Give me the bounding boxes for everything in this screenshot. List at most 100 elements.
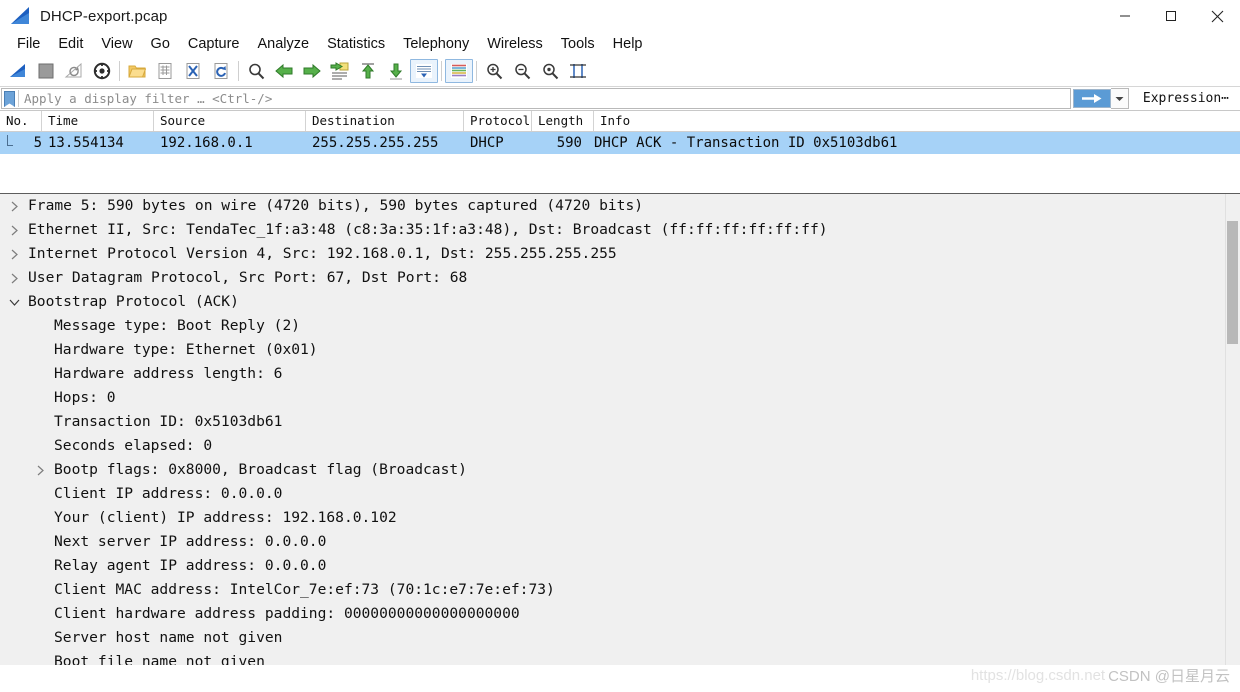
auto-scroll-icon[interactable] bbox=[410, 59, 438, 83]
watermark: https://blog.csdn.net CSDN @日星月云 bbox=[971, 665, 1230, 686]
detail-row-your-client-ip-address[interactable]: Your (client) IP address: 192.168.0.102 bbox=[0, 506, 1240, 530]
detail-row-frame[interactable]: Frame 5: 590 bytes on wire (4720 bits), … bbox=[0, 194, 1240, 218]
cell-length: 590 bbox=[556, 135, 582, 151]
detail-row-seconds-elapsed[interactable]: Seconds elapsed: 0 bbox=[0, 434, 1240, 458]
bookmark-icon[interactable] bbox=[3, 90, 16, 107]
detail-text: User Datagram Protocol, Src Port: 67, Ds… bbox=[28, 269, 468, 286]
display-filter-box[interactable]: Apply a display filter … <Ctrl-/> bbox=[1, 88, 1071, 109]
menu-edit[interactable]: Edit bbox=[49, 35, 92, 53]
detail-row-boot-file-name[interactable]: Boot file name not given bbox=[0, 650, 1240, 665]
zoom-reset-icon[interactable] bbox=[536, 58, 564, 84]
start-capture-icon[interactable] bbox=[4, 58, 32, 84]
wireshark-window: DHCP-export.pcap File Edit View Go Captu… bbox=[0, 0, 1240, 692]
detail-row-hardware-address-length[interactable]: Hardware address length: 6 bbox=[0, 362, 1240, 386]
maximize-button[interactable] bbox=[1148, 0, 1194, 32]
column-header-protocol[interactable]: Protocol bbox=[464, 111, 532, 131]
zoom-out-icon[interactable] bbox=[508, 58, 536, 84]
window-title: DHCP-export.pcap bbox=[40, 7, 168, 25]
detail-text: Client IP address: 0.0.0.0 bbox=[54, 485, 283, 502]
reload-file-icon[interactable] bbox=[207, 58, 235, 84]
detail-text: Bootstrap Protocol (ACK) bbox=[28, 293, 239, 310]
zoom-in-icon[interactable] bbox=[480, 58, 508, 84]
detail-row-hardware-type[interactable]: Hardware type: Ethernet (0x01) bbox=[0, 338, 1240, 362]
detail-text: Transaction ID: 0x5103db61 bbox=[54, 413, 283, 430]
stop-capture-icon[interactable] bbox=[32, 58, 60, 84]
detail-row-client-hardware-address-padding[interactable]: Client hardware address padding: 0000000… bbox=[0, 602, 1240, 626]
restart-capture-icon[interactable] bbox=[60, 58, 88, 84]
close-file-icon[interactable] bbox=[179, 58, 207, 84]
column-header-destination[interactable]: Destination bbox=[306, 111, 464, 131]
find-packet-icon[interactable] bbox=[242, 58, 270, 84]
filter-history-dropdown[interactable] bbox=[1110, 88, 1129, 109]
go-to-packet-icon[interactable] bbox=[326, 58, 354, 84]
detail-row-ipv4[interactable]: Internet Protocol Version 4, Src: 192.16… bbox=[0, 242, 1240, 266]
menu-wireless[interactable]: Wireless bbox=[478, 35, 552, 53]
detail-text: Hops: 0 bbox=[54, 389, 116, 406]
column-header-source[interactable]: Source bbox=[154, 111, 306, 131]
resize-columns-icon[interactable] bbox=[564, 58, 592, 84]
chevron-right-icon[interactable] bbox=[26, 465, 54, 476]
column-header-length[interactable]: Length bbox=[532, 111, 594, 131]
go-last-packet-icon[interactable] bbox=[382, 58, 410, 84]
detail-row-bootp-flags[interactable]: Bootp flags: 0x8000, Broadcast flag (Bro… bbox=[0, 458, 1240, 482]
detail-row-bootstrap-protocol[interactable]: Bootstrap Protocol (ACK) bbox=[0, 290, 1240, 314]
detail-row-server-host-name[interactable]: Server host name not given bbox=[0, 626, 1240, 650]
filter-right-controls: Expression⋯ bbox=[1071, 87, 1240, 110]
chevron-right-icon[interactable] bbox=[0, 201, 28, 212]
menu-go[interactable]: Go bbox=[142, 35, 179, 53]
detail-row-ethernet[interactable]: Ethernet II, Src: TendaTec_1f:a3:48 (c8:… bbox=[0, 218, 1240, 242]
menu-statistics[interactable]: Statistics bbox=[318, 35, 394, 53]
toolbar-separator-4 bbox=[476, 61, 477, 81]
detail-text: Next server IP address: 0.0.0.0 bbox=[54, 533, 327, 550]
main-toolbar bbox=[0, 56, 1240, 87]
chevron-right-icon[interactable] bbox=[0, 273, 28, 284]
open-file-icon[interactable] bbox=[123, 58, 151, 84]
detail-text: Hardware type: Ethernet (0x01) bbox=[54, 341, 318, 358]
table-row[interactable]: 5 13.554134 192.168.0.1 255.255.255.255 … bbox=[0, 132, 1240, 154]
detail-text: Client MAC address: IntelCor_7e:ef:73 (7… bbox=[54, 581, 555, 598]
menu-telephony[interactable]: Telephony bbox=[394, 35, 478, 53]
detail-row-udp[interactable]: User Datagram Protocol, Src Port: 67, Ds… bbox=[0, 266, 1240, 290]
colorize-packets-icon[interactable] bbox=[445, 59, 473, 83]
detail-row-client-ip-address[interactable]: Client IP address: 0.0.0.0 bbox=[0, 482, 1240, 506]
title-bar: DHCP-export.pcap bbox=[0, 0, 1240, 32]
packet-list-header: No. Time Source Destination Protocol Len… bbox=[0, 111, 1240, 132]
close-button[interactable] bbox=[1194, 0, 1240, 32]
details-scrollbar[interactable] bbox=[1225, 194, 1240, 665]
menu-capture[interactable]: Capture bbox=[179, 35, 249, 53]
cell-info: DHCP ACK - Transaction ID 0x5103db61 bbox=[594, 135, 898, 151]
filter-expression-button[interactable]: Expression⋯ bbox=[1134, 91, 1235, 106]
menu-help[interactable]: Help bbox=[604, 35, 652, 53]
chevron-right-icon[interactable] bbox=[0, 225, 28, 236]
detail-row-relay-agent-ip-address[interactable]: Relay agent IP address: 0.0.0.0 bbox=[0, 554, 1240, 578]
packet-details-pane: Frame 5: 590 bytes on wire (4720 bits), … bbox=[0, 193, 1240, 665]
toolbar-separator-1 bbox=[119, 61, 120, 81]
menu-view[interactable]: View bbox=[92, 35, 141, 53]
go-forward-icon[interactable] bbox=[298, 58, 326, 84]
detail-row-next-server-ip-address[interactable]: Next server IP address: 0.0.0.0 bbox=[0, 530, 1240, 554]
chevron-right-icon[interactable] bbox=[0, 249, 28, 260]
detail-row-message-type[interactable]: Message type: Boot Reply (2) bbox=[0, 314, 1240, 338]
cell-protocol: DHCP bbox=[470, 135, 504, 151]
column-header-info[interactable]: Info bbox=[594, 111, 1194, 131]
details-scrollbar-thumb[interactable] bbox=[1227, 221, 1238, 344]
go-first-packet-icon[interactable] bbox=[354, 58, 382, 84]
menu-analyze[interactable]: Analyze bbox=[248, 35, 318, 53]
detail-row-client-mac-address[interactable]: Client MAC address: IntelCor_7e:ef:73 (7… bbox=[0, 578, 1240, 602]
go-back-icon[interactable] bbox=[270, 58, 298, 84]
detail-row-transaction-id[interactable]: Transaction ID: 0x5103db61 bbox=[0, 410, 1240, 434]
apply-filter-button[interactable] bbox=[1072, 89, 1111, 108]
capture-options-icon[interactable] bbox=[88, 58, 116, 84]
minimize-button[interactable] bbox=[1102, 0, 1148, 32]
cell-destination: 255.255.255.255 bbox=[312, 135, 439, 151]
window-controls bbox=[1102, 0, 1240, 32]
menu-file[interactable]: File bbox=[8, 35, 49, 53]
save-file-icon[interactable] bbox=[151, 58, 179, 84]
display-filter-input[interactable]: Apply a display filter … <Ctrl-/> bbox=[18, 90, 1070, 107]
column-header-no[interactable]: No. bbox=[0, 111, 42, 131]
chevron-down-icon[interactable] bbox=[0, 298, 28, 307]
detail-text: Internet Protocol Version 4, Src: 192.16… bbox=[28, 245, 617, 262]
column-header-time[interactable]: Time bbox=[42, 111, 154, 131]
detail-row-hops[interactable]: Hops: 0 bbox=[0, 386, 1240, 410]
menu-tools[interactable]: Tools bbox=[552, 35, 604, 53]
